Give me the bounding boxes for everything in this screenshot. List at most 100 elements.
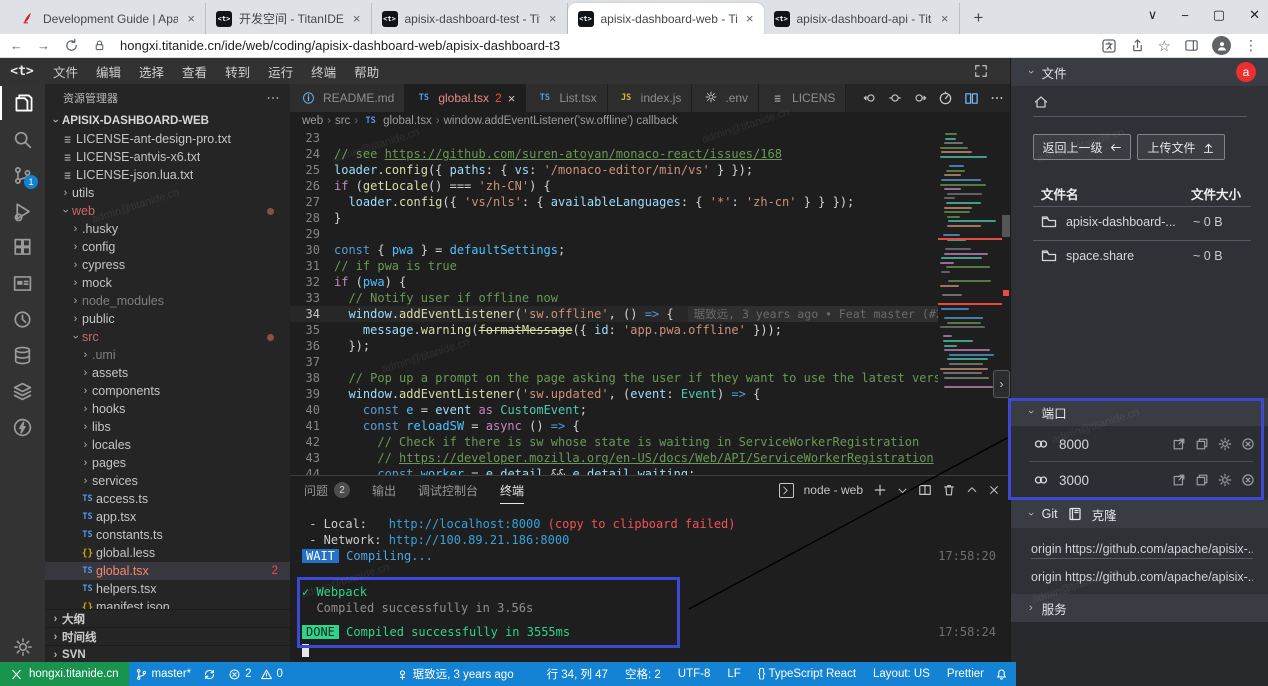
tree-item[interactable]: TSconstants.ts [45,526,290,544]
close-icon[interactable]: × [351,11,363,26]
menu-item[interactable]: 编辑 [87,58,130,84]
browser-menu-icon[interactable]: ⋮ [1244,37,1258,54]
language-mode[interactable]: {} TypeScript React [752,668,862,680]
panel-tab[interactable]: 调试控制台 [418,476,478,504]
forward-icon[interactable]: → [37,38,50,53]
tree-item[interactable]: ›.umi [45,346,290,364]
activity-layers[interactable] [0,374,45,408]
navfwd-icon[interactable] [913,91,927,105]
menu-item[interactable]: 运行 [259,58,302,84]
tree-item[interactable]: ›utils [45,184,290,202]
menu-item[interactable]: 转到 [216,58,259,84]
explorer-section-2[interactable]: ›时间线 [45,627,290,645]
ports-section-header[interactable]: ›端口 [1011,398,1268,426]
git-remote-row[interactable]: origin https://github.com/apache/apisix-… [1031,564,1253,590]
tab-search-chevron[interactable]: ∨ [1148,7,1158,23]
back-icon[interactable]: ← [10,38,23,53]
address-bar[interactable]: hongxi.titanide.cn/ide/web/coding/apisix… [120,38,1087,53]
bell-icon[interactable] [995,668,1008,681]
tree-item[interactable]: ›config [45,238,290,256]
copy-icon[interactable] [1195,473,1209,487]
activity-preview[interactable] [0,266,45,300]
services-section-header[interactable]: ›服务 [1011,594,1268,622]
encoding[interactable]: UTF-8 [672,668,717,680]
activity-explorer[interactable] [0,86,45,120]
tree-item[interactable]: TSglobal.tsx2 [45,562,290,580]
explorer-section-1[interactable]: ›大纲 [45,609,290,627]
browser-tab[interactable]: <t>apisix-dashboard-api - TitanID× [764,3,960,34]
activity-settings[interactable] [0,630,45,664]
git-section-header[interactable]: ›Git克隆 [1011,500,1268,528]
overview-ruler[interactable] [1002,130,1010,475]
menu-item[interactable]: 查看 [173,58,216,84]
ellipsis-icon[interactable] [990,91,1004,105]
tree-item[interactable]: ›public [45,310,290,328]
navdot-icon[interactable] [888,91,902,105]
closecircle-icon[interactable] [1241,473,1255,487]
editor-tab[interactable]: ⓘREADME.md [290,84,405,112]
runtimer-icon[interactable] [938,91,953,106]
activity-debug[interactable] [0,194,45,228]
splitpane-icon[interactable] [918,483,932,497]
close-window-button[interactable]: ✕ [1249,7,1260,23]
chevdown-icon[interactable] [897,485,908,496]
browser-tab[interactable]: <t>apisix-dashboard-test - TitanID× [372,3,568,34]
breadcrumb-item[interactable]: window.addEventListener('sw.offline') ca… [444,115,678,127]
port-row[interactable]: 8000 [1011,426,1268,462]
port-row[interactable]: 3000 [1011,462,1268,498]
menu-item[interactable]: 文件 [44,58,87,84]
share-icon[interactable] [1130,38,1145,53]
blame-status[interactable]: 琚致远, 3 years ago [390,666,520,682]
editor-tab[interactable]: TSglobal.tsx2× [405,84,526,112]
activity-extensions[interactable] [0,230,45,264]
close-icon[interactable]: × [939,11,951,26]
closecircle-icon[interactable] [1241,437,1255,451]
panel-tab[interactable]: 输出 [372,476,396,504]
git-clone-label[interactable]: 克隆 [1092,505,1117,524]
activity-source-control[interactable]: 1 [0,158,45,192]
new-tab-button[interactable]: + [966,5,992,31]
back-up-button[interactable]: 返回上一级 [1033,134,1131,160]
editor-tab[interactable]: ≡LICENS [759,84,846,112]
menu-item[interactable]: 终端 [302,58,345,84]
browser-tab[interactable]: <t>apisix-dashboard-web - TitanI× [568,3,764,34]
keyboard-layout[interactable]: Layout: US [867,668,936,680]
activity-bolt[interactable] [0,410,45,444]
close-icon[interactable]: × [185,11,197,26]
fullscreen-icon[interactable] [974,64,988,78]
project-root[interactable]: › APISIX-DASHBOARD-WEB [45,112,290,130]
close-icon[interactable]: × [508,91,516,106]
menu-item[interactable]: 选择 [130,58,173,84]
tree-item[interactable]: ≡LICENSE-json.lua.txt [45,166,290,184]
minimize-button[interactable]: − [1181,8,1189,23]
profile-avatar[interactable] [1212,36,1231,55]
more-actions-icon[interactable] [266,91,280,105]
tree-item[interactable]: ›components [45,382,290,400]
sync-icon[interactable] [197,668,222,681]
file-row[interactable]: apisix-dashboard-... [1041,214,1176,230]
plus-icon[interactable] [873,483,887,497]
maximize-button[interactable]: ▢ [1213,7,1225,23]
panel-expand-button[interactable]: › [993,370,1010,398]
editor-tab[interactable]: TSList.tsx [526,84,607,112]
tree-item[interactable]: ›pages [45,454,290,472]
breadcrumb-item[interactable]: global.tsx [383,115,432,127]
breadcrumb-item[interactable]: src [335,115,350,127]
menu-item[interactable]: 帮助 [345,58,388,84]
tree-item[interactable]: ›cypress [45,256,290,274]
tree-item[interactable]: ›hooks [45,400,290,418]
browser-tab[interactable]: Development Guide | Apache× [10,3,206,34]
panel-tab[interactable]: 问题2 [304,476,350,504]
editor-tab[interactable]: JSindex.js [608,84,693,112]
home-icon[interactable] [1033,94,1049,110]
translate-icon[interactable] [1101,38,1117,54]
split-icon[interactable] [964,91,979,106]
explorer-section-3[interactable]: ›SVN [45,645,290,662]
close-icon[interactable]: × [547,11,559,26]
tree-item[interactable]: ›assets [45,364,290,382]
tree-item[interactable]: ›web [45,202,290,220]
tree-item[interactable]: TSapp.tsx [45,508,290,526]
copy-icon[interactable] [1195,437,1209,451]
tree-item[interactable]: {}global.less [45,544,290,562]
gear-icon[interactable] [1218,437,1232,451]
